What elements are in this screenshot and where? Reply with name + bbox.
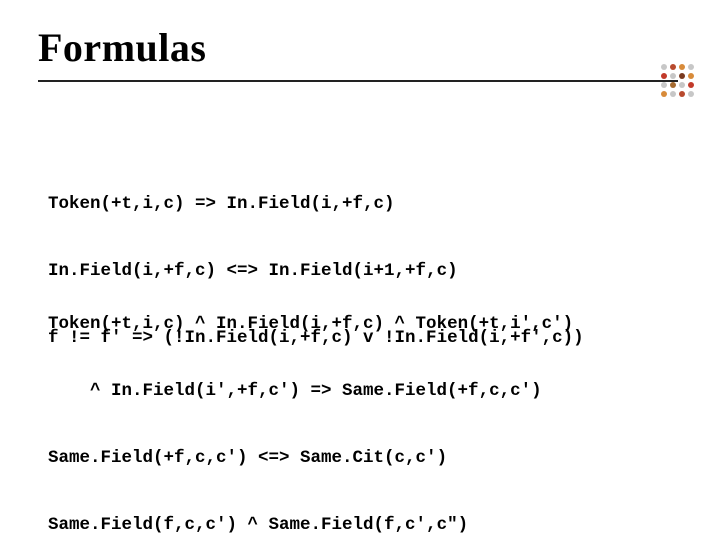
formula-line: Same.Field(+f,c,c') <=> Same.Cit(c,c'): [48, 447, 660, 469]
formula-line: ^ In.Field(i',+f,c') => Same.Field(+f,c,…: [48, 380, 660, 402]
formula-line: Token(+t,i,c) ^ In.Field(i,+f,c) ^ Token…: [48, 313, 660, 335]
decorative-dot-cluster: [661, 64, 694, 97]
title-underline: [38, 80, 678, 82]
slide: Formulas Token(+t,i,c) => In.Field(i,+f,…: [0, 0, 720, 540]
formula-block-2: Token(+t,i,c) ^ In.Field(i,+f,c) ^ Token…: [48, 268, 660, 540]
formula-line: Token(+t,i,c) => In.Field(i,+f,c): [48, 193, 660, 215]
page-title: Formulas: [38, 24, 206, 71]
formula-line: Same.Field(f,c,c') ^ Same.Field(f,c',c"): [48, 514, 660, 536]
